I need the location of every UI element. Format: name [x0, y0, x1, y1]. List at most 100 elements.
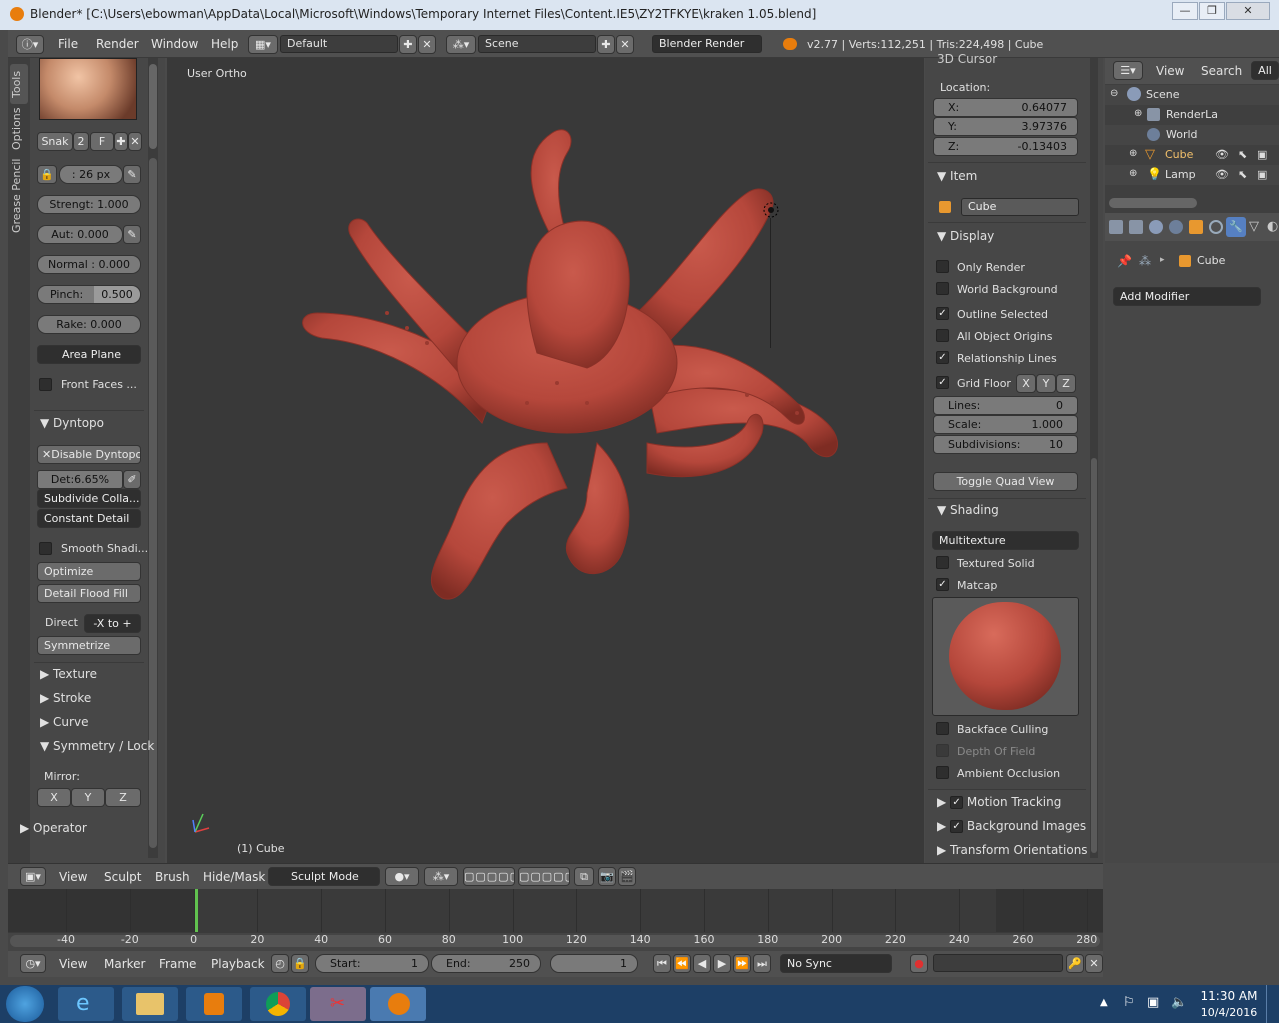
action-center-flag-icon[interactable]: ⚐	[1123, 995, 1135, 1010]
tool-shelf-scrollbar[interactable]	[148, 58, 158, 858]
remove-brush-button[interactable]: ✕	[128, 132, 142, 151]
preview-range-icon[interactable]: ◴	[271, 954, 289, 973]
menu-window[interactable]: Window	[151, 37, 198, 51]
stroke-panel-header[interactable]: ▶ Stroke	[40, 691, 91, 705]
display-panel-header[interactable]: ▼ Display	[937, 229, 994, 243]
radius-field[interactable]: : 26 px	[59, 165, 123, 184]
volume-icon[interactable]: 🔈	[1171, 995, 1187, 1010]
viewport-menu-view[interactable]: View	[59, 870, 87, 884]
render-still-icon[interactable]: 📷	[598, 867, 616, 886]
cursor-z-field[interactable]: Z: -0.13403	[933, 137, 1078, 156]
3d-cursor-header[interactable]: 3D Cursor	[937, 52, 997, 66]
symmetrize-button[interactable]: Symmetrize	[37, 636, 141, 655]
viewport-menu-brush[interactable]: Brush	[155, 870, 190, 884]
lock-camera-icon[interactable]: ⧉	[574, 867, 594, 886]
timeline-menu-playback[interactable]: Playback	[211, 957, 265, 971]
visibility-eye-icon[interactable]: 👁	[1215, 148, 1229, 161]
object-tab-icon[interactable]	[1189, 220, 1203, 234]
ambient-occlusion-checkbox[interactable]	[936, 766, 949, 779]
lock-icon[interactable]: 🔒	[37, 165, 57, 184]
shading-mode-select[interactable]: Multitexture	[932, 531, 1079, 550]
item-panel-header[interactable]: ▼ Item	[937, 169, 977, 183]
detail-size-field[interactable]: Det:6.65%	[37, 470, 123, 489]
play-reverse-icon[interactable]: ◀	[693, 954, 711, 973]
timeline-scrollbar[interactable]	[10, 935, 1100, 947]
pin-icon[interactable]: 📌	[1117, 254, 1132, 268]
selectable-cursor-icon[interactable]: ⬉	[1238, 148, 1247, 161]
visibility-eye-icon[interactable]: 👁	[1215, 168, 1229, 181]
grid-subdivisions-field[interactable]: Subdivisions: 10	[933, 435, 1078, 454]
shading-panel-header[interactable]: ▼ Shading	[937, 503, 999, 517]
relationship-lines-checkbox[interactable]: ✓	[936, 351, 949, 364]
info-editor-type-button[interactable]: ⓘ▾	[16, 35, 44, 54]
operator-panel-header[interactable]: ▶ Operator	[20, 821, 87, 835]
current-frame-marker[interactable]	[195, 889, 198, 932]
modifiers-wrench-icon[interactable]: 🔧	[1226, 217, 1246, 237]
end-frame-field[interactable]: End: 250	[431, 954, 541, 973]
outliner-editor-type-button[interactable]: ☰▾	[1113, 61, 1143, 80]
menu-help[interactable]: Help	[211, 37, 238, 51]
menu-file[interactable]: File	[58, 37, 78, 51]
grid-scale-field[interactable]: Scale: 1.000	[933, 415, 1078, 434]
mirror-y-toggle[interactable]: Y	[71, 788, 105, 807]
remove-layout-button[interactable]: ✕	[418, 35, 436, 54]
delete-keyframe-icon[interactable]: ✕	[1085, 954, 1103, 973]
motion-tracking-panel-header[interactable]: ▶ ✓ Motion Tracking	[937, 795, 1061, 809]
timeline-menu-frame[interactable]: Frame	[159, 957, 196, 971]
rake-slider[interactable]: Rake: 0.000	[37, 315, 141, 334]
outliner-row-lamp[interactable]: ⊕ 💡 Lamp 👁 ⬉ ▣	[1105, 165, 1279, 185]
sync-mode-select[interactable]: No Sync	[780, 954, 892, 973]
grid-axis-y-toggle[interactable]: Y	[1036, 374, 1056, 393]
grid-floor-checkbox[interactable]: ✓	[936, 376, 949, 389]
pivot-select[interactable]: ⁂▾	[424, 867, 458, 886]
matcap-preview[interactable]	[932, 597, 1079, 716]
symmetry-panel-header[interactable]: ▼ Symmetry / Lock	[40, 739, 154, 753]
layout-icon[interactable]: ▦▾	[248, 35, 278, 54]
detail-flood-fill-button[interactable]: Detail Flood Fill	[37, 584, 141, 603]
textured-solid-checkbox[interactable]	[936, 556, 949, 569]
internet-explorer-icon[interactable]: e	[58, 987, 114, 1021]
clock-time[interactable]: 11:30 AM	[1200, 989, 1258, 1003]
scene-icon[interactable]: ⁂▾	[446, 35, 476, 54]
chrome-icon[interactable]	[250, 987, 306, 1021]
jump-keyframe-back-icon[interactable]: ⏪	[673, 954, 691, 973]
front-faces-checkbox[interactable]	[39, 378, 52, 391]
data-mesh-tab-icon[interactable]: ▽	[1249, 219, 1259, 234]
outliner-row-cube[interactable]: ⊕ ▽ Cube 👁 ⬉ ▣	[1105, 145, 1279, 165]
maximize-button[interactable]: ❐	[1199, 2, 1225, 20]
texture-panel-header[interactable]: ▶ Texture	[40, 667, 97, 681]
remove-scene-button[interactable]: ✕	[616, 35, 634, 54]
pressure-icon[interactable]: ✎	[123, 165, 141, 184]
grid-lines-field[interactable]: Lines: 0	[933, 396, 1078, 415]
eyedropper-icon[interactable]: ✐	[123, 470, 141, 489]
scene-field[interactable]: Scene	[478, 35, 596, 53]
cursor-x-field[interactable]: X: 0.64077	[933, 98, 1078, 117]
background-images-checkbox[interactable]: ✓	[950, 820, 964, 833]
all-object-origins-checkbox[interactable]	[936, 329, 949, 342]
brush-name-field[interactable]: Snak	[37, 132, 73, 151]
jump-start-icon[interactable]: ⏮	[653, 954, 671, 973]
add-scene-button[interactable]: ✚	[597, 35, 615, 54]
layers-row-2[interactable]: ▢▢▢▢▢	[518, 867, 570, 886]
close-button[interactable]: ✕	[1226, 2, 1270, 20]
backface-culling-checkbox[interactable]	[936, 722, 949, 735]
render-engine-select[interactable]: Blender Render	[652, 35, 762, 53]
timeline-menu-view[interactable]: View	[59, 957, 87, 971]
auto-keying-record-icon[interactable]: ●	[910, 954, 928, 973]
strength-slider[interactable]: Strengt: 1.000	[37, 195, 141, 214]
timeline-editor-type-button[interactable]: ◷▾	[20, 954, 46, 973]
mode-select[interactable]: Sculpt Mode	[268, 867, 380, 886]
play-icon[interactable]: ▶	[713, 954, 731, 973]
render-layers-tab-icon[interactable]	[1129, 220, 1143, 234]
snipping-tool-icon[interactable]: ✂	[310, 987, 366, 1021]
3d-viewport[interactable]: User Ortho (1) Cube	[167, 58, 924, 863]
subdivide-collapse-select[interactable]: Subdivide Colla...	[37, 489, 141, 508]
outliner-filter-select[interactable]: All	[1251, 61, 1279, 80]
optimize-button[interactable]: Optimize	[37, 562, 141, 581]
show-hidden-icons[interactable]: ▲	[1100, 997, 1108, 1008]
jump-keyframe-forward-icon[interactable]: ⏩	[733, 954, 751, 973]
constant-detail-select[interactable]: Constant Detail	[37, 509, 141, 528]
motion-tracking-checkbox[interactable]: ✓	[950, 796, 964, 809]
lock-range-icon[interactable]: 🔒	[291, 954, 309, 973]
outline-selected-checkbox[interactable]: ✓	[936, 307, 949, 320]
